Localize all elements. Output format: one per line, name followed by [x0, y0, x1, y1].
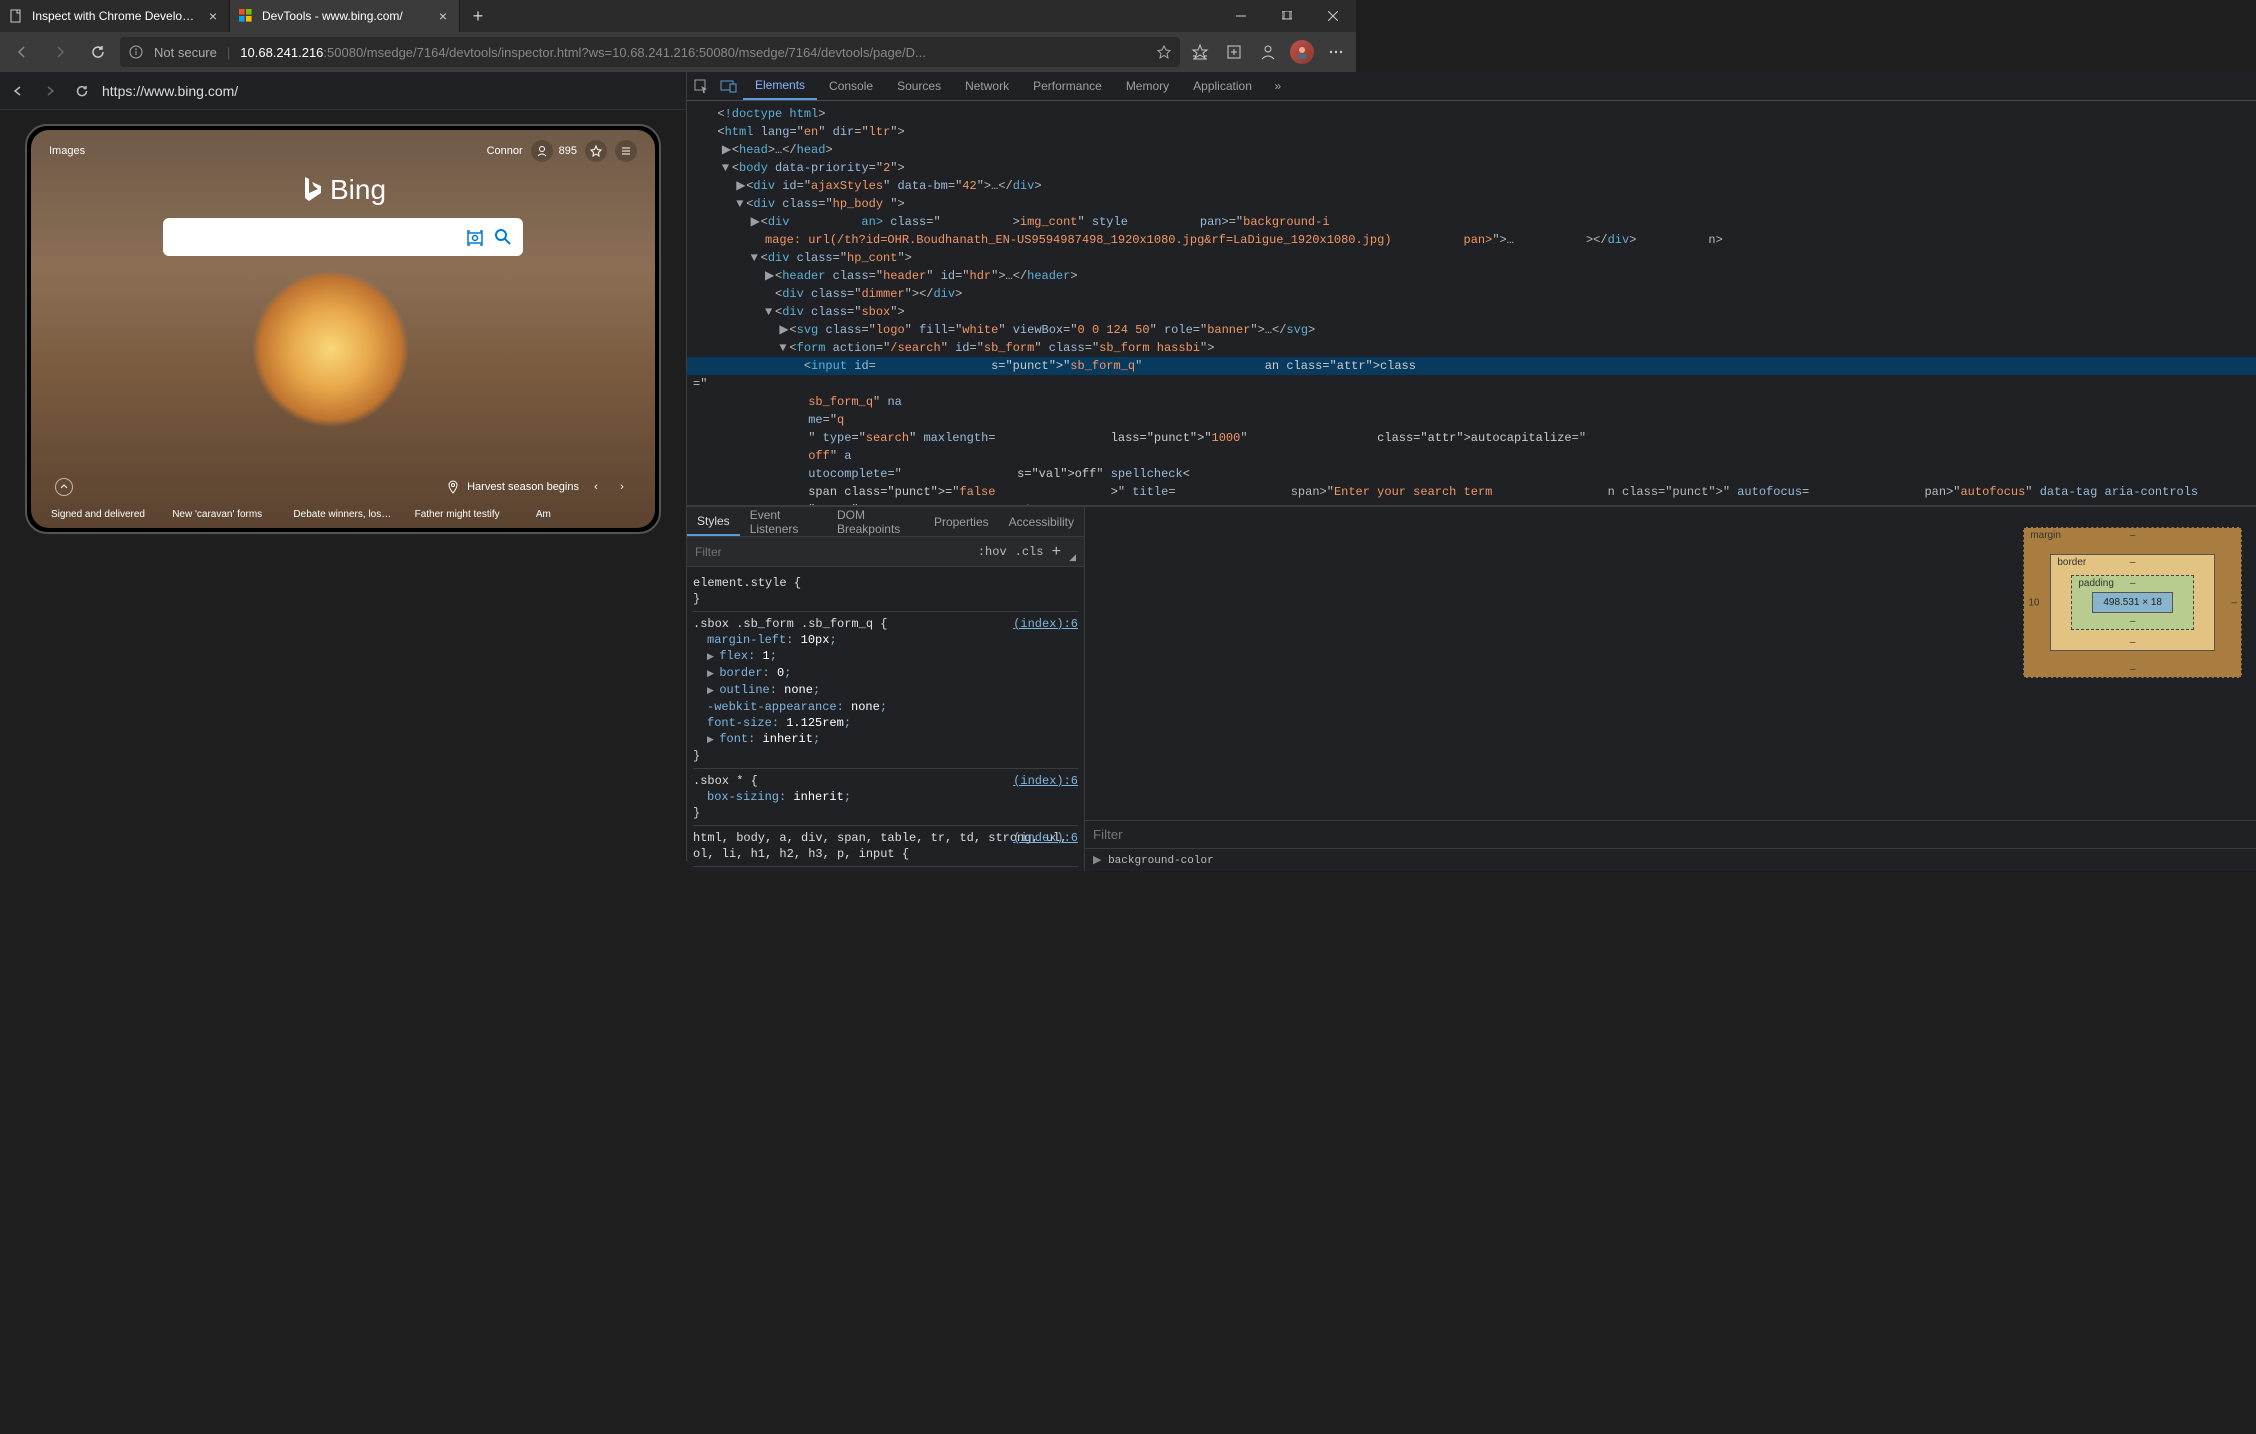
styles-pane: Styles Event Listeners DOM Breakpoints P…	[687, 507, 1085, 871]
minimize-button[interactable]	[1218, 0, 1264, 32]
styles-filter-input[interactable]	[695, 545, 970, 559]
chevron-right-icon[interactable]: ›	[613, 478, 631, 496]
news-item[interactable]: Father might testify	[409, 505, 520, 524]
tab-network[interactable]: Network	[953, 72, 1021, 100]
close-icon[interactable]: ×	[205, 8, 221, 24]
reload-icon[interactable]	[70, 79, 94, 103]
browser-tab-active[interactable]: DevTools - www.bing.com/ ×	[230, 0, 460, 32]
chevron-left-icon[interactable]: ‹	[587, 478, 605, 496]
computed-filter-input[interactable]	[1093, 827, 2256, 842]
bing-logo: Bing	[31, 174, 655, 206]
bing-search-box[interactable]	[163, 218, 523, 256]
browser-tab[interactable]: Inspect with Chrome Developer ×	[0, 0, 230, 32]
hov-toggle[interactable]: :hov	[978, 545, 1007, 559]
close-window-button[interactable]	[1310, 0, 1356, 32]
tab-properties[interactable]: Properties	[924, 507, 999, 536]
back-icon[interactable]	[6, 79, 30, 103]
browser-toolbar: Not secure | 10.68.241.216:50080/msedge/…	[0, 32, 1356, 72]
favorites-bar-icon[interactable]	[1186, 38, 1214, 66]
edge-icon	[238, 8, 254, 24]
tab-memory[interactable]: Memory	[1114, 72, 1181, 100]
tab-performance[interactable]: Performance	[1021, 72, 1114, 100]
camera-icon[interactable]	[465, 227, 485, 247]
security-label: Not secure	[154, 45, 217, 60]
url-text: 10.68.241.216:50080/msedge/7164/devtools…	[240, 45, 1146, 60]
search-icon[interactable]	[493, 227, 513, 247]
more-tabs-icon[interactable]: »	[1264, 72, 1292, 100]
styles-rules[interactable]: element.style {}(index):6.sbox .sb_form …	[687, 567, 1084, 871]
new-tab-button[interactable]: +	[460, 0, 496, 32]
user-avatar-icon[interactable]	[531, 140, 553, 162]
collections-icon[interactable]	[1220, 38, 1248, 66]
inspect-element-icon[interactable]	[687, 72, 715, 100]
devtools-nav-bar: https://www.bing.com/	[0, 72, 686, 110]
inspected-page-pane: https://www.bing.com/ Images Connor 895	[0, 72, 686, 861]
devtools-tabs: Elements Console Sources Network Perform…	[687, 72, 2256, 101]
browser-titlebar: Inspect with Chrome Developer × DevTools…	[0, 0, 1356, 32]
favorite-icon[interactable]	[1156, 44, 1172, 60]
forward-button[interactable]	[44, 36, 76, 68]
hamburger-icon[interactable]	[615, 140, 637, 162]
more-icon[interactable]	[1322, 38, 1350, 66]
user-name[interactable]: Connor	[487, 145, 523, 157]
inspected-url[interactable]: https://www.bing.com/	[102, 83, 680, 99]
location-icon	[447, 480, 459, 494]
images-link[interactable]: Images	[49, 145, 85, 157]
expand-icon[interactable]: ◢	[1069, 552, 1076, 563]
tab-title: DevTools - www.bing.com/	[262, 9, 427, 23]
window-controls	[1218, 0, 1356, 32]
tab-accessibility[interactable]: Accessibility	[999, 507, 1084, 536]
box-model-content: 498.531 × 18	[2092, 592, 2173, 613]
address-bar[interactable]: Not secure | 10.68.241.216:50080/msedge/…	[120, 37, 1180, 67]
new-style-rule-button[interactable]: +	[1051, 543, 1061, 561]
tab-application[interactable]: Application	[1181, 72, 1264, 100]
bing-homepage[interactable]: Images Connor 895 Bing	[31, 130, 655, 528]
device-toolbar-icon[interactable]	[715, 72, 743, 100]
tab-console[interactable]: Console	[817, 72, 885, 100]
devtools-pane: Elements Console Sources Network Perform…	[686, 72, 2256, 861]
profile-avatar[interactable]	[1288, 38, 1316, 66]
info-icon	[128, 44, 144, 60]
cls-toggle[interactable]: .cls	[1015, 545, 1044, 559]
maximize-button[interactable]	[1264, 0, 1310, 32]
tab-sources[interactable]: Sources	[885, 72, 953, 100]
refresh-button[interactable]	[82, 36, 114, 68]
news-row: Signed and delivered New 'caravan' forms…	[31, 505, 655, 524]
tab-elements[interactable]: Elements	[743, 72, 817, 100]
news-item[interactable]: Am	[530, 505, 641, 524]
back-button[interactable]	[6, 36, 38, 68]
chevron-down-icon[interactable]	[55, 478, 73, 496]
person-icon[interactable]	[1254, 38, 1282, 66]
computed-pane: margin – 10 – – border – – padding –	[1085, 507, 2256, 871]
tab-dom-breakpoints[interactable]: DOM Breakpoints	[827, 507, 924, 536]
rewards-points[interactable]: 895	[559, 145, 577, 157]
hero-caption-text[interactable]: Harvest season begins	[467, 481, 579, 493]
computed-list[interactable]: ▶ background-color	[1085, 848, 2256, 871]
elements-tree[interactable]: <!doctype html> <html lang="en" dir="ltr…	[687, 101, 2256, 505]
news-item[interactable]: Debate winners, losers	[287, 505, 398, 524]
device-frame: Images Connor 895 Bing	[25, 124, 661, 534]
news-item[interactable]: New 'caravan' forms	[166, 505, 277, 524]
tab-title: Inspect with Chrome Developer	[32, 9, 197, 23]
file-icon	[8, 8, 24, 24]
rewards-icon[interactable]	[585, 140, 607, 162]
tab-event-listeners[interactable]: Event Listeners	[740, 507, 827, 536]
news-item[interactable]: Signed and delivered	[45, 505, 156, 524]
close-icon[interactable]: ×	[435, 8, 451, 24]
forward-icon[interactable]	[38, 79, 62, 103]
tab-styles[interactable]: Styles	[687, 507, 740, 536]
box-model[interactable]: margin – 10 – – border – – padding –	[1085, 507, 2256, 820]
